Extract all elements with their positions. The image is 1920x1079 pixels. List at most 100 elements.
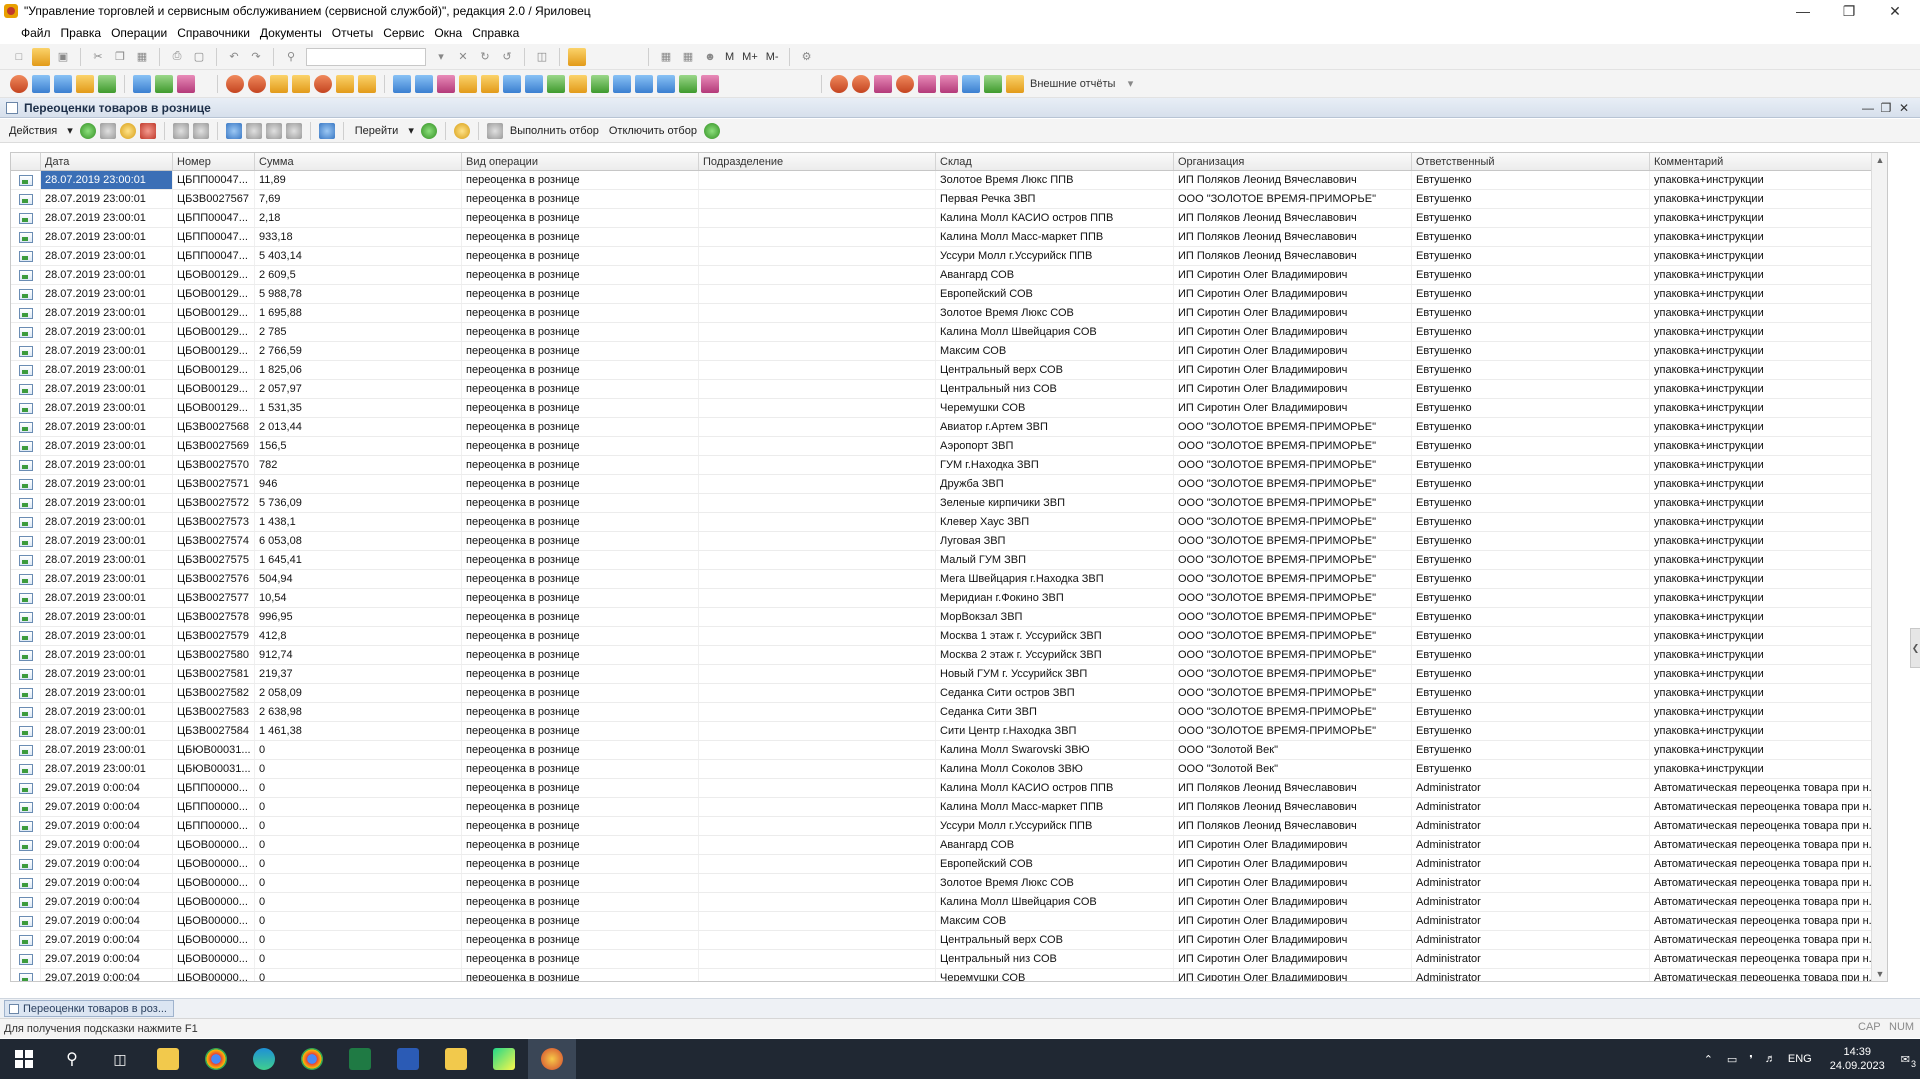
taskbar-excel[interactable] xyxy=(336,1039,384,1079)
add-icon[interactable] xyxy=(79,122,96,139)
calculator-icon[interactable]: ▦ xyxy=(657,48,675,66)
filter-value-icon[interactable] xyxy=(245,122,262,139)
export-icon[interactable] xyxy=(591,74,609,93)
table-row[interactable]: 29.07.2019 0:00:04 ЦБПП00000... 0 переоценк… xyxy=(11,779,1887,798)
table-row[interactable]: 28.07.2019 23:00:01 ЦБЗВ0027576 504,94 пере… xyxy=(11,570,1887,589)
tray-chevron-icon[interactable]: ⌃ xyxy=(1704,1053,1713,1066)
clear-search-icon[interactable]: ✕ xyxy=(454,48,472,66)
preview-icon[interactable]: ▢ xyxy=(190,48,208,66)
volume-icon[interactable]: ♬ xyxy=(1765,1053,1776,1065)
check-icon[interactable] xyxy=(657,74,675,93)
actions-menu-button[interactable]: Действия xyxy=(4,125,62,137)
retail-icon[interactable] xyxy=(569,74,587,93)
post-icon[interactable] xyxy=(172,122,189,139)
column-header-responsible[interactable]: Ответственный xyxy=(1412,153,1650,170)
taskbar-pycharm[interactable] xyxy=(480,1039,528,1079)
writeoff-icon[interactable] xyxy=(437,74,455,93)
table-row[interactable]: 28.07.2019 23:00:01 ЦБЮВ00031... 0 переоцен… xyxy=(11,741,1887,760)
search-icon[interactable] xyxy=(192,122,209,139)
table-row[interactable]: 28.07.2019 23:00:01 ЦБОВ00129... 5 988,78 п… xyxy=(11,285,1887,304)
table-row[interactable]: 29.07.2019 0:00:04 ЦБПП00000... 0 переоценк… xyxy=(11,817,1887,836)
filter-icon[interactable] xyxy=(225,122,242,139)
doc-close-button[interactable]: ✕ xyxy=(1896,100,1912,116)
table-row[interactable]: 28.07.2019 23:00:01 ЦБЗВ0027568 2 013,44 пе… xyxy=(11,418,1887,437)
table-row[interactable]: 28.07.2019 23:00:01 ЦБЗВ0027582 2 058,09 пе… xyxy=(11,684,1887,703)
menu-service[interactable]: Сервис xyxy=(378,26,429,40)
contacts-icon[interactable] xyxy=(133,74,151,93)
table-row[interactable]: 28.07.2019 23:00:01 ЦБОВ00129... 1 531,35 п… xyxy=(11,399,1887,418)
filter-clear-icon[interactable] xyxy=(285,122,302,139)
taskbar-chrome-2[interactable] xyxy=(288,1039,336,1079)
chart-icon[interactable] xyxy=(177,74,195,93)
table-icon[interactable] xyxy=(155,74,173,93)
column-header-organization[interactable]: Организация xyxy=(1174,153,1412,170)
search-icon[interactable]: ⚲ xyxy=(282,48,300,66)
invoice-icon[interactable] xyxy=(248,74,266,93)
table-row[interactable]: 29.07.2019 0:00:04 ЦБОВ00000... 0 переоценк… xyxy=(11,931,1887,950)
menu-edit[interactable]: Правка xyxy=(56,26,107,40)
print-icon[interactable]: ⎙ xyxy=(168,48,186,66)
quick-action-icon[interactable] xyxy=(703,122,720,139)
find-prev-icon[interactable]: ↺ xyxy=(498,48,516,66)
payment-icon[interactable] xyxy=(292,74,310,93)
sales-icon[interactable] xyxy=(10,74,28,93)
language-indicator[interactable]: ENG xyxy=(1788,1053,1812,1065)
warehouse-icon[interactable] xyxy=(54,74,72,93)
table-row[interactable]: 28.07.2019 23:00:01 ЦБЗВ0027578 996,95 пере… xyxy=(11,608,1887,627)
paste-icon[interactable]: ▦ xyxy=(133,48,151,66)
refresh-icon[interactable] xyxy=(525,74,543,93)
goto-menu-button[interactable]: Перейти xyxy=(350,125,404,137)
ext-report-6-icon[interactable] xyxy=(940,74,958,93)
column-header-comment[interactable]: Комментарий xyxy=(1650,153,1887,170)
info-icon[interactable] xyxy=(568,47,586,66)
menu-documents[interactable]: Документы xyxy=(255,26,327,40)
undo-icon[interactable]: ↶ xyxy=(225,48,243,66)
table-row[interactable]: 28.07.2019 23:00:01 ЦБЮВ00031... 0 переоцен… xyxy=(11,760,1887,779)
dropdown-icon[interactable]: ▾ xyxy=(62,124,78,137)
ext-report-7-icon[interactable] xyxy=(962,74,980,93)
table-row[interactable]: 29.07.2019 0:00:04 ЦБОВ00000... 0 переоценк… xyxy=(11,950,1887,969)
help-icon[interactable] xyxy=(453,122,470,139)
table-row[interactable]: 28.07.2019 23:00:01 ЦБЗВ0027579 412,8 перео… xyxy=(11,627,1887,646)
approve-icon[interactable] xyxy=(547,74,565,93)
transfer-icon[interactable] xyxy=(393,74,411,93)
memory-minus-button[interactable]: M- xyxy=(766,51,779,63)
assembly-icon[interactable] xyxy=(503,74,521,93)
dropdown-icon[interactable]: ▾ xyxy=(403,124,419,137)
receipt-icon[interactable] xyxy=(270,74,288,93)
start-button[interactable] xyxy=(0,1039,48,1079)
taskbar-edge[interactable] xyxy=(240,1039,288,1079)
table-row[interactable]: 28.07.2019 23:00:01 ЦБЗВ0027570 782 переоце… xyxy=(11,456,1887,475)
menu-references[interactable]: Справочники xyxy=(172,26,255,40)
table-row[interactable]: 28.07.2019 23:00:01 ЦБПП00047... 933,18 пер… xyxy=(11,228,1887,247)
table-row[interactable]: 28.07.2019 23:00:01 ЦБПП00047... 2,18 перео… xyxy=(11,209,1887,228)
side-panel-toggle[interactable]: ❮ xyxy=(1910,628,1920,668)
table-row[interactable]: 28.07.2019 23:00:01 ЦБЗВ0027580 912,74 пере… xyxy=(11,646,1887,665)
battery-icon[interactable]: ▭ xyxy=(1727,1053,1737,1066)
calendar-icon[interactable]: ▦ xyxy=(679,48,697,66)
table-row[interactable]: 28.07.2019 23:00:01 ЦБЗВ0027567 7,69 переоц… xyxy=(11,190,1887,209)
order-icon[interactable] xyxy=(226,74,244,93)
table-row[interactable]: 28.07.2019 23:00:01 ЦБОВ00129... 2 609,5 пе… xyxy=(11,266,1887,285)
doc-restore-button[interactable]: ❐ xyxy=(1878,100,1894,116)
table-row[interactable]: 28.07.2019 23:00:01 ЦБПП00047... 11,89 пере… xyxy=(11,171,1887,190)
ext-report-9-icon[interactable] xyxy=(1006,74,1024,93)
memory-button[interactable]: M xyxy=(725,51,734,63)
scroll-down-icon[interactable]: ▼ xyxy=(1872,967,1887,981)
table-row[interactable]: 28.07.2019 23:00:01 ЦБЗВ0027577 10,54 перео… xyxy=(11,589,1887,608)
external-reports-button[interactable]: Внешние отчёты xyxy=(1030,78,1115,90)
column-header-operation-type[interactable]: Вид операции xyxy=(462,153,699,170)
redo-icon[interactable]: ↷ xyxy=(247,48,265,66)
table-row[interactable]: 28.07.2019 23:00:01 ЦБПП00047... 5 403,14 п… xyxy=(11,247,1887,266)
table-row[interactable]: 28.07.2019 23:00:01 ЦБОВ00129... 1 695,88 п… xyxy=(11,304,1887,323)
find-next-icon[interactable]: ↻ xyxy=(476,48,494,66)
table-row[interactable]: 28.07.2019 23:00:01 ЦБЗВ0027569 156,5 перео… xyxy=(11,437,1887,456)
bank-icon[interactable] xyxy=(98,74,116,93)
search-button[interactable]: ⚲ xyxy=(48,1039,96,1079)
menu-windows[interactable]: Окна xyxy=(429,26,467,40)
tools-icon[interactable]: ⚙ xyxy=(798,48,816,66)
table-row[interactable]: 28.07.2019 23:00:01 ЦБЗВ0027574 6 053,08 пе… xyxy=(11,532,1887,551)
table-row[interactable]: 29.07.2019 0:00:04 ЦБПП00000... 0 переоценк… xyxy=(11,798,1887,817)
menu-help[interactable]: Справка xyxy=(467,26,524,40)
table-row[interactable]: 28.07.2019 23:00:01 ЦБЗВ0027571 946 переоце… xyxy=(11,475,1887,494)
